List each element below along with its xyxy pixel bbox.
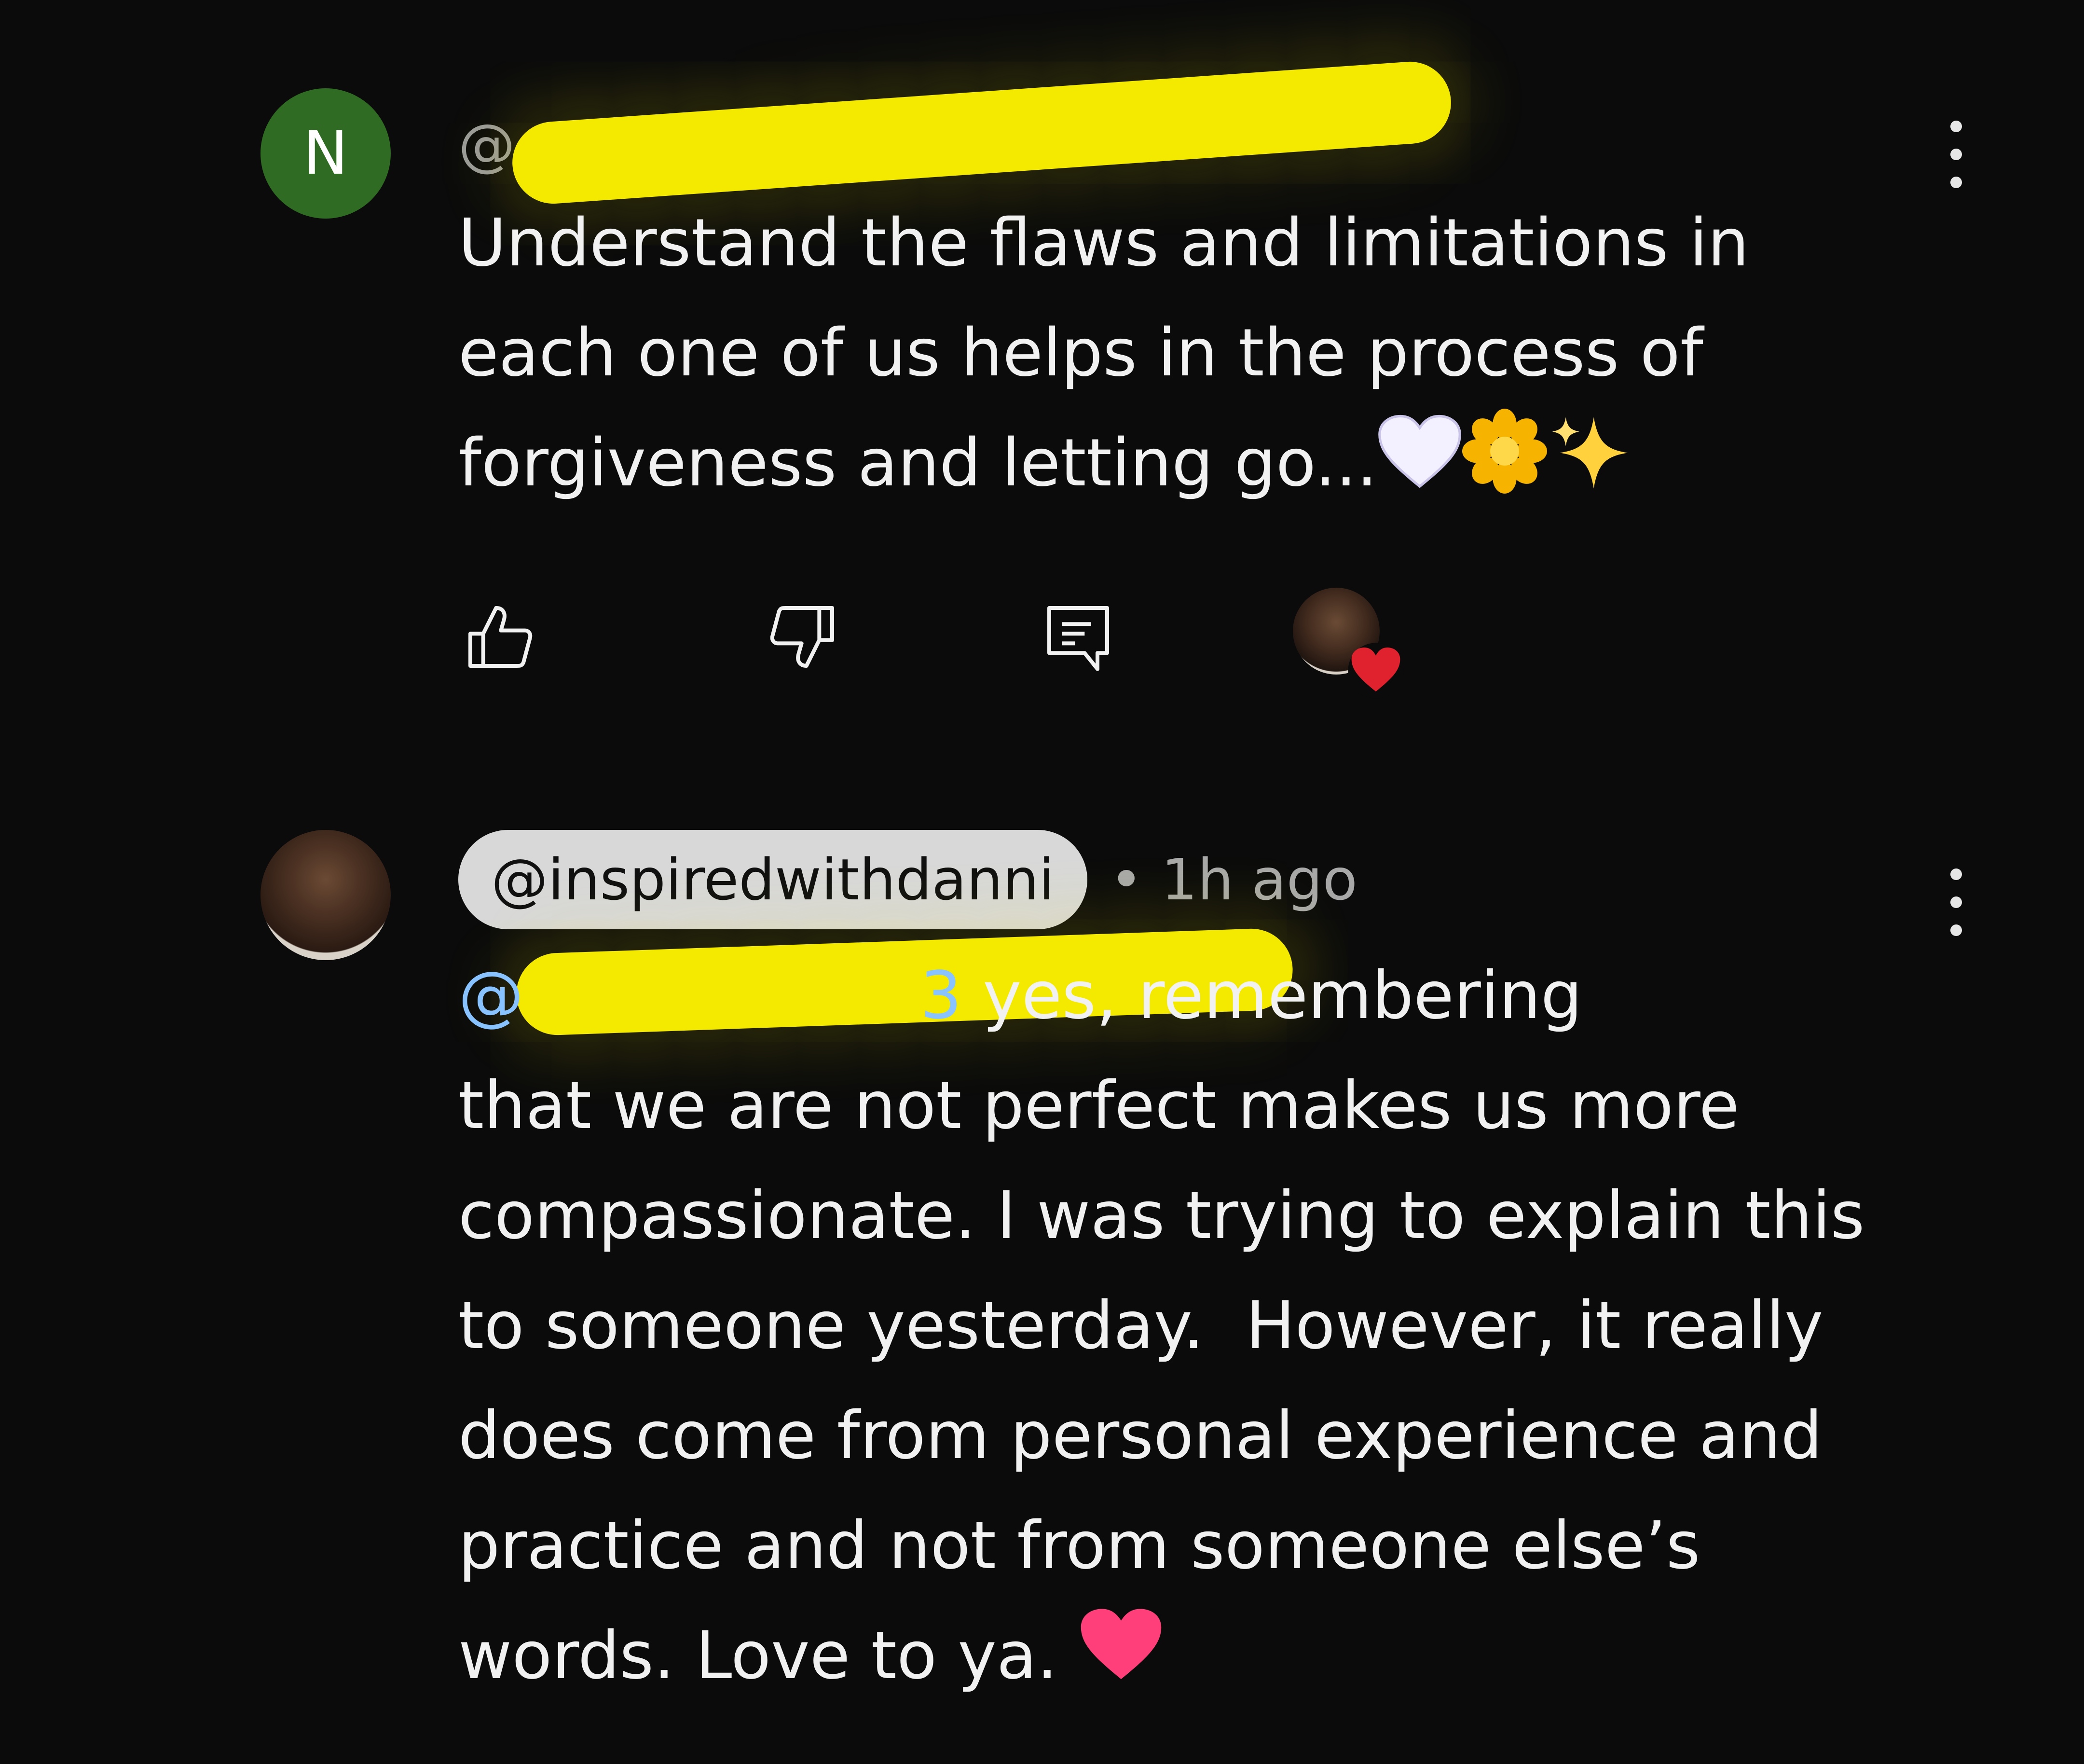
comment-handle[interactable]: @ xyxy=(458,106,515,183)
mention-link[interactable]: @ xyxy=(458,958,524,1034)
comment-line: to someone yesterday. However, it really xyxy=(458,1288,1824,1364)
comment-line: each one of us helps in the process of xyxy=(458,315,1703,391)
comment-text: @ 3 yes, remembering that we are not per… xyxy=(458,941,1865,1715)
comment-text: Understand the flaws and limitations in … xyxy=(458,188,1749,526)
comment-line: compassionate. I was trying to explain t… xyxy=(458,1178,1865,1254)
comment-line: Understand the flaws and limitations in xyxy=(458,205,1749,281)
sparkles-icon xyxy=(1547,409,1632,526)
thumb-up-icon[interactable] xyxy=(461,598,538,675)
avatar[interactable] xyxy=(260,830,391,960)
red-heart-icon xyxy=(1079,1605,1164,1715)
comment-line: does come from personal experience and xyxy=(458,1398,1823,1474)
comment-line: words. Love to ya. xyxy=(458,1618,1058,1694)
handle-at: @ xyxy=(458,111,515,178)
mention-link-suffix[interactable]: 3 xyxy=(920,958,962,1034)
blossom-icon xyxy=(1462,408,1548,526)
comment-line: yes, remembering xyxy=(983,958,1583,1034)
author-handle-chip[interactable]: @inspiredwithdanni xyxy=(458,830,1088,929)
red-heart-icon xyxy=(1347,642,1405,700)
more-options-icon[interactable] xyxy=(1947,116,1966,193)
reply-icon[interactable] xyxy=(1040,598,1117,675)
comment-line: that we are not perfect makes us more xyxy=(458,1068,1740,1144)
thumb-down-icon[interactable] xyxy=(765,598,842,675)
avatar[interactable]: N xyxy=(260,88,391,219)
more-options-icon[interactable] xyxy=(1947,864,1966,941)
time-separator: • xyxy=(1110,846,1143,913)
time-ago: 1h ago xyxy=(1161,846,1357,913)
white-heart-icon xyxy=(1377,413,1462,523)
redaction-scribble xyxy=(509,59,1454,207)
creator-heart-icon xyxy=(1293,588,1409,703)
comment-line: forgiveness and letting go... xyxy=(458,425,1378,501)
comment-line: practice and not from someone else’s xyxy=(458,1508,1700,1584)
comment-timestamp: • 1h ago xyxy=(1110,830,1357,929)
